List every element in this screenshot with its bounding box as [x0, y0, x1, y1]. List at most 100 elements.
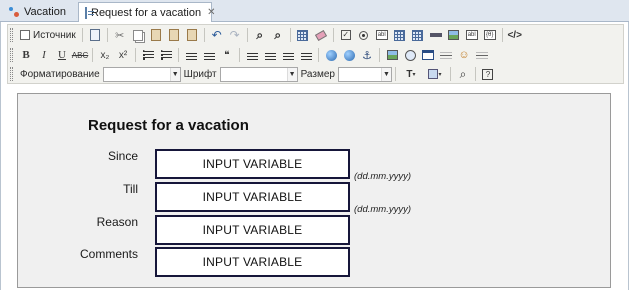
till-input[interactable]: INPUT VARIABLE	[155, 182, 350, 212]
image-button-button[interactable]	[446, 27, 462, 43]
variable-button[interactable]: {θ}	[482, 27, 498, 43]
underline-button[interactable]: U	[54, 47, 70, 63]
font-select[interactable]: ▼	[219, 66, 298, 82]
page-break-button[interactable]	[474, 47, 490, 63]
chevron-down-icon: ▼	[286, 67, 297, 81]
separator	[474, 67, 476, 81]
align-left-button[interactable]	[244, 47, 260, 63]
cut-button[interactable]	[112, 27, 128, 43]
html-editor: Источник ✓ abl	[0, 22, 629, 290]
eraser-icon	[314, 29, 327, 41]
separator	[332, 28, 334, 42]
checkbox-button[interactable]: ✓	[338, 27, 354, 43]
separator	[379, 48, 380, 62]
align-right-button[interactable]	[280, 47, 296, 63]
textarea-button[interactable]	[410, 27, 426, 43]
select-all-button[interactable]	[295, 27, 311, 43]
separator	[246, 28, 248, 42]
superscript-button[interactable]: x²	[115, 47, 131, 63]
strikethrough-button[interactable]: ABC	[72, 47, 88, 63]
horizontal-rule-button[interactable]	[438, 47, 454, 63]
about-button[interactable]: ?	[480, 66, 496, 82]
copy-button[interactable]	[130, 27, 146, 43]
text-color-button[interactable]: T ▾	[400, 66, 422, 82]
unlink-button[interactable]	[341, 47, 357, 63]
chevron-down-icon: ▼	[380, 67, 391, 81]
variable-icon: {θ}	[483, 30, 496, 40]
tab-request-for-vacation[interactable]: Request for a vacation ✕	[78, 2, 215, 23]
flash-button[interactable]	[402, 47, 418, 63]
page-break-icon	[476, 54, 488, 56]
bold-button[interactable]: B	[18, 47, 34, 63]
indent-button[interactable]	[201, 47, 217, 63]
size-select[interactable]: ▼	[337, 66, 392, 82]
select-all-icon	[297, 29, 309, 41]
radio-button[interactable]	[356, 27, 372, 43]
align-justify-button[interactable]	[298, 47, 314, 63]
paste-button[interactable]	[148, 27, 164, 43]
outdent-icon	[185, 50, 197, 60]
form-title: Request for a vacation	[88, 117, 249, 134]
toolbar-row-3: Форматирование ▼ Шрифт ▼ Размер ▼ T▾ ▾ ?	[10, 65, 497, 83]
editor-content-area[interactable]: Request for a vacation Since INPUT VARIA…	[17, 93, 611, 288]
close-tab-icon[interactable]: ✕	[207, 7, 215, 18]
replace-icon	[274, 28, 281, 43]
toolbar-grip[interactable]	[10, 67, 13, 81]
align-center-button[interactable]	[262, 47, 278, 63]
indent-icon	[203, 50, 215, 60]
find-button[interactable]	[252, 27, 268, 43]
toolbar-grip[interactable]	[10, 48, 13, 62]
numbered-list-button[interactable]	[140, 47, 156, 63]
image-button[interactable]	[384, 47, 400, 63]
since-date-hint: (dd.mm.yyyy)	[354, 171, 411, 182]
page-icon	[89, 29, 100, 41]
image-icon	[386, 50, 398, 60]
comments-input[interactable]: INPUT VARIABLE	[155, 247, 350, 277]
textarea-icon	[412, 29, 424, 41]
tab-vacation[interactable]: Vacation	[2, 2, 74, 22]
background-color-button[interactable]: ▾	[424, 66, 446, 82]
replace-button[interactable]	[270, 27, 286, 43]
reason-input[interactable]: INPUT VARIABLE	[155, 215, 350, 245]
source-button[interactable]: Источник	[17, 27, 79, 43]
redo-button[interactable]	[227, 27, 243, 43]
chevron-down-icon: ▼	[169, 67, 180, 81]
separator	[501, 28, 503, 42]
maximize-button[interactable]	[455, 66, 471, 82]
since-input[interactable]: INPUT VARIABLE	[155, 149, 350, 179]
text-field-icon: abl	[375, 30, 388, 40]
preview-button[interactable]	[87, 27, 103, 43]
table-button[interactable]	[420, 47, 436, 63]
separator	[394, 67, 396, 81]
subscript-button[interactable]: x₂	[97, 47, 113, 63]
separator	[106, 28, 108, 42]
link-icon	[325, 49, 337, 61]
hidden-field-button[interactable]: abl	[464, 27, 480, 43]
separator	[203, 28, 205, 42]
italic-button[interactable]: I	[36, 47, 52, 63]
smiley-button[interactable]	[456, 47, 472, 63]
align-center-icon	[264, 50, 276, 60]
smiley-icon	[458, 49, 469, 61]
code-icon: </>	[507, 29, 522, 41]
text-field-button[interactable]: abl	[374, 27, 390, 43]
bulleted-list-icon	[160, 50, 172, 60]
blockquote-button[interactable]	[219, 47, 235, 63]
bulleted-list-button[interactable]	[158, 47, 174, 63]
size-label: Размер	[300, 68, 335, 80]
remove-format-button[interactable]	[313, 27, 329, 43]
select-field-button[interactable]	[392, 27, 408, 43]
format-select[interactable]: ▼	[102, 66, 181, 82]
undo-button[interactable]	[209, 27, 225, 43]
anchor-button[interactable]	[359, 47, 375, 63]
till-date-hint: (dd.mm.yyyy)	[354, 204, 411, 215]
paste-word-button[interactable]	[184, 27, 200, 43]
code-button[interactable]: </>	[507, 27, 523, 43]
separator	[178, 48, 179, 62]
button-control-button[interactable]	[428, 27, 444, 43]
paste-text-button[interactable]	[166, 27, 182, 43]
toolbar-grip[interactable]	[10, 28, 13, 42]
outdent-button[interactable]	[183, 47, 199, 63]
link-button[interactable]	[323, 47, 339, 63]
align-left-icon	[246, 50, 258, 60]
